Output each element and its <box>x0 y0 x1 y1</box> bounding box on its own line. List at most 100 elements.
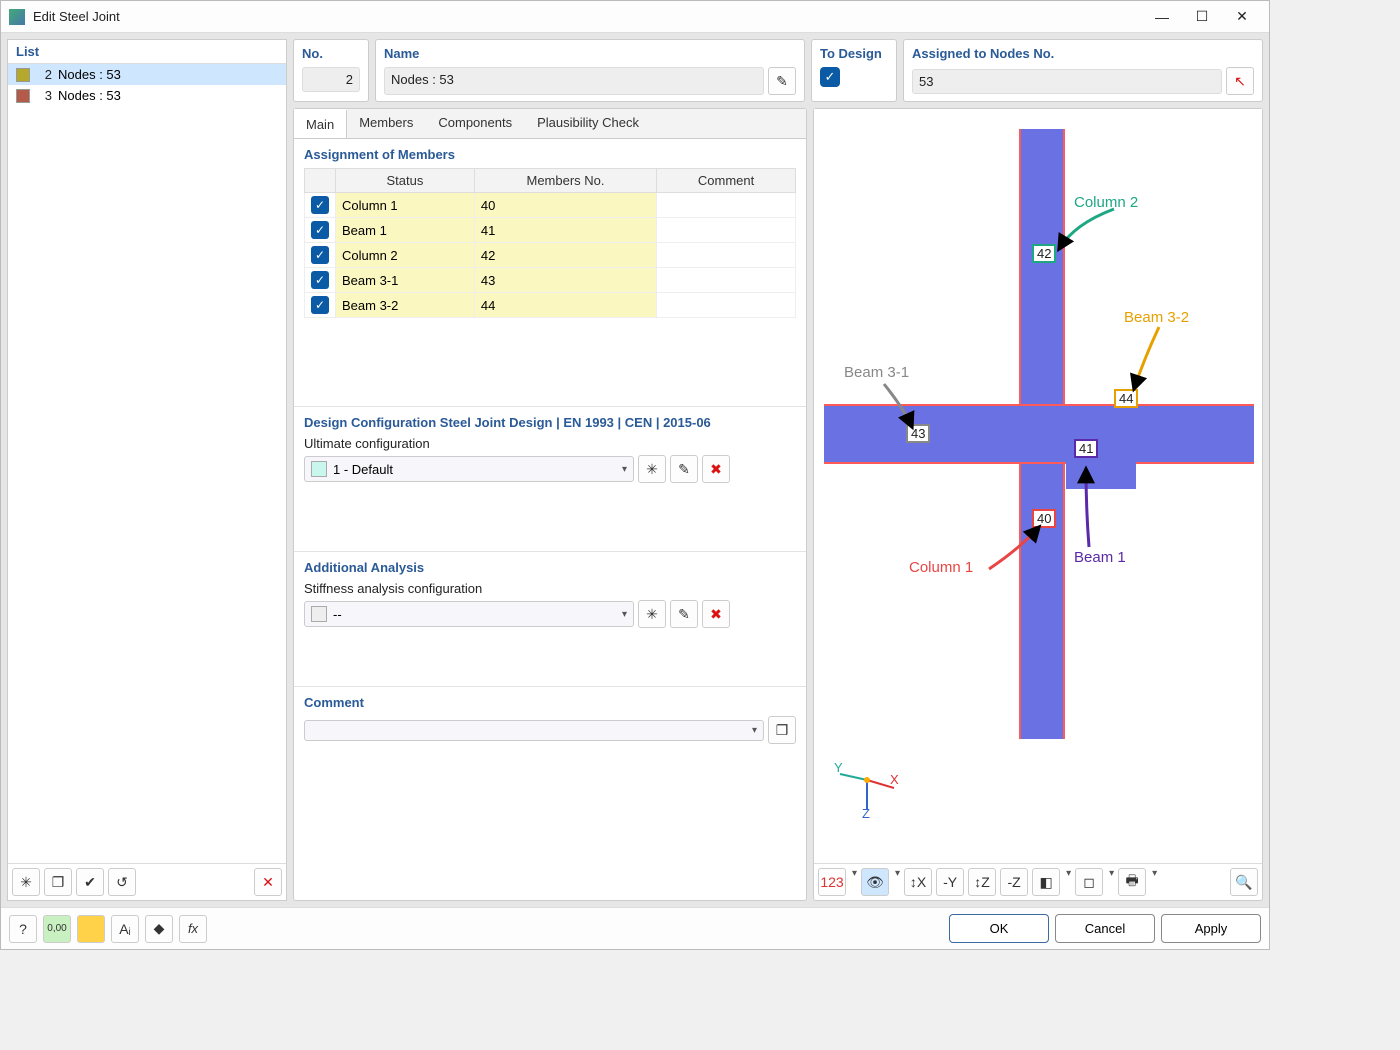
font-button[interactable]: Aᵢ <box>111 915 139 943</box>
window-title: Edit Steel Joint <box>33 9 1151 24</box>
new-config-button[interactable]: ✳ <box>638 455 666 483</box>
members-table: Status Members No. Comment ✓ Col <box>304 168 796 318</box>
stiffness-combo[interactable]: -- ▾ <box>304 601 634 627</box>
additional-title: Additional Analysis <box>304 560 796 575</box>
view3d[interactable]: Column 2 Beam 3-2 Beam 3-1 Column 1 Beam… <box>814 109 1262 863</box>
cell-status: Column 2 <box>336 243 475 268</box>
comment-combo[interactable]: ▾ <box>304 720 764 741</box>
edit-stiff-button[interactable]: ✎ <box>670 600 698 628</box>
assignment-section: Assignment of Members Status Members No.… <box>294 139 806 407</box>
cancel-button[interactable]: Cancel <box>1055 914 1155 943</box>
view-x-button[interactable]: ↕X <box>904 868 932 896</box>
list-item[interactable]: 3 Nodes : 53 <box>8 85 286 106</box>
list-item[interactable]: 2 Nodes : 53 <box>8 64 286 85</box>
chevron-down-icon: ▾ <box>895 868 900 896</box>
delete-stiff-button[interactable]: ✖ <box>702 600 730 628</box>
svg-text:Z: Z <box>862 806 870 820</box>
cell-comment <box>657 243 796 268</box>
color-button[interactable] <box>77 915 105 943</box>
assigned-value[interactable]: 53 <box>912 69 1222 94</box>
new-stiff-button[interactable]: ✳ <box>638 600 666 628</box>
cell-comment <box>657 293 796 318</box>
combo-value: -- <box>333 607 614 622</box>
col-status: Status <box>336 169 475 193</box>
design-config-title: Design Configuration Steel Joint Design … <box>304 415 796 430</box>
ok-button[interactable]: OK <box>949 914 1049 943</box>
new-item-button[interactable]: ✳ <box>12 868 40 896</box>
cell-status: Beam 3-2 <box>336 293 475 318</box>
chevron-down-icon: ▾ <box>752 725 757 736</box>
table-row[interactable]: ✓ Beam 1 41 <box>305 218 796 243</box>
svg-text:Y: Y <box>834 760 843 775</box>
chevron-down-icon: ▾ <box>1066 868 1071 896</box>
formula-button[interactable]: fx <box>179 915 207 943</box>
maximize-button[interactable]: ☐ <box>1191 6 1213 28</box>
tab-members[interactable]: Members <box>347 109 426 138</box>
view-z-button[interactable]: ↕Z <box>968 868 996 896</box>
ultimate-config-combo[interactable]: 1 - Default ▾ <box>304 456 634 482</box>
to-design-card: To Design ✓ <box>811 39 897 102</box>
cell-membersno: 42 <box>474 243 656 268</box>
cell-comment <box>657 268 796 293</box>
name-value: Nodes : 53 <box>384 67 764 95</box>
beam-shape <box>824 404 1254 464</box>
cell-comment <box>657 218 796 243</box>
table-row[interactable]: ✓ Beam 3-2 44 <box>305 293 796 318</box>
to-design-label: To Design <box>820 46 882 61</box>
tab-plausibility[interactable]: Plausibility Check <box>525 109 652 138</box>
print-button[interactable]: 🖶 <box>1118 868 1146 896</box>
to-design-checkbox[interactable]: ✓ <box>820 67 840 87</box>
row-checkbox[interactable]: ✓ <box>311 271 329 289</box>
zoom-reset-button[interactable]: 🔍 <box>1230 868 1258 896</box>
minimize-button[interactable]: — <box>1151 6 1173 28</box>
uncheck-all-button[interactable]: ↺ <box>108 868 136 896</box>
list-item-number: 2 <box>36 67 52 82</box>
row-checkbox[interactable]: ✓ <box>311 221 329 239</box>
label-beam31: Beam 3-1 <box>844 364 909 381</box>
edit-name-button[interactable]: ✎ <box>768 67 796 95</box>
row-checkbox[interactable]: ✓ <box>311 296 329 314</box>
col-comment: Comment <box>657 169 796 193</box>
col-membersno: Members No. <box>474 169 656 193</box>
view-neg-z-button[interactable]: -Z <box>1000 868 1028 896</box>
tab-components[interactable]: Components <box>426 109 525 138</box>
list-item-label: Nodes : 53 <box>58 88 121 103</box>
close-button[interactable]: ✕ <box>1231 6 1253 28</box>
list-panel: List 2 Nodes : 53 3 Nodes : 53 ✳ ❐ ✔ ↺ <box>7 39 287 901</box>
view-numbering-button[interactable]: 123 <box>818 868 846 896</box>
table-row[interactable]: ✓ Beam 3-1 43 <box>305 268 796 293</box>
table-row[interactable]: ✓ Column 2 42 <box>305 243 796 268</box>
edit-config-button[interactable]: ✎ <box>670 455 698 483</box>
help-button[interactable]: ? <box>9 915 37 943</box>
table-row[interactable]: ✓ Column 1 40 <box>305 193 796 218</box>
apply-button[interactable]: Apply <box>1161 914 1261 943</box>
chevron-down-icon: ▾ <box>852 868 857 896</box>
delete-config-button[interactable]: ✖ <box>702 455 730 483</box>
combo-value: 1 - Default <box>333 462 614 477</box>
tag-42: 42 <box>1032 244 1056 263</box>
view-render-button[interactable]: ◻ <box>1075 868 1103 896</box>
pick-nodes-button[interactable]: ↖ <box>1226 67 1254 95</box>
cell-status: Beam 3-1 <box>336 268 475 293</box>
tag-43: 43 <box>906 424 930 443</box>
units-button[interactable]: 0,00 <box>43 915 71 943</box>
copy-item-button[interactable]: ❐ <box>44 868 72 896</box>
view-show-button[interactable]: 👁 <box>861 868 889 896</box>
comment-library-button[interactable]: ❐ <box>768 716 796 744</box>
check-all-button[interactable]: ✔ <box>76 868 104 896</box>
tab-main[interactable]: Main <box>294 109 347 138</box>
assigned-label: Assigned to Nodes No. <box>912 46 1254 61</box>
list-toolbar: ✳ ❐ ✔ ↺ ✕ <box>8 863 286 900</box>
label-beam32: Beam 3-2 <box>1124 309 1189 326</box>
row-checkbox[interactable]: ✓ <box>311 196 329 214</box>
preview-button[interactable]: ◆ <box>145 915 173 943</box>
row-checkbox[interactable]: ✓ <box>311 246 329 264</box>
content-area: List 2 Nodes : 53 3 Nodes : 53 ✳ ❐ ✔ ↺ <box>1 33 1269 907</box>
view-iso-button[interactable]: ◧ <box>1032 868 1060 896</box>
name-card: Name Nodes : 53 ✎ <box>375 39 805 102</box>
view-neg-y-button[interactable]: -Y <box>936 868 964 896</box>
delete-item-button[interactable]: ✕ <box>254 868 282 896</box>
assignment-title: Assignment of Members <box>304 147 796 162</box>
tag-44: 44 <box>1114 389 1138 408</box>
tab-body: Assignment of Members Status Members No.… <box>294 139 806 900</box>
